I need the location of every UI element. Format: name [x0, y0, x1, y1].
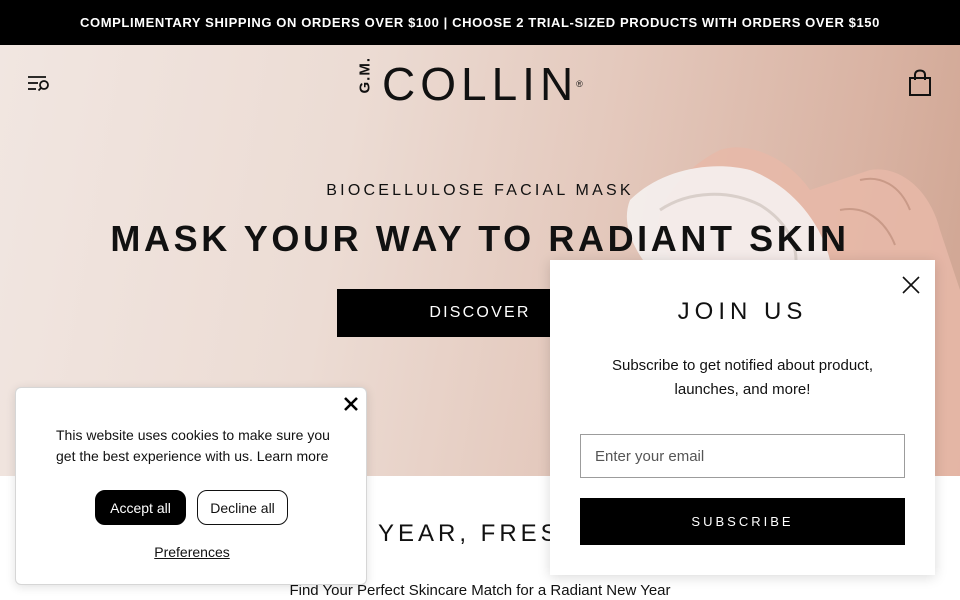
- announcement-text: COMPLIMENTARY SHIPPING ON ORDERS OVER $1…: [80, 15, 880, 30]
- preferences-link[interactable]: Preferences: [16, 544, 368, 560]
- email-field[interactable]: [580, 434, 905, 478]
- newsletter-title: JOIN US: [677, 298, 808, 325]
- menu-search-icon[interactable]: [26, 71, 54, 95]
- logo-prefix: G.M.: [356, 56, 374, 94]
- newsletter-text: Subscribe to get notified about product,…: [611, 357, 873, 398]
- learn-more-link[interactable]: Learn more: [257, 448, 329, 464]
- announcement-bar: COMPLIMENTARY SHIPPING ON ORDERS OVER $1…: [0, 0, 960, 45]
- close-icon[interactable]: [900, 274, 922, 296]
- accept-all-button[interactable]: Accept all: [95, 490, 186, 525]
- cookie-banner: This website uses cookies to make sure y…: [15, 387, 367, 585]
- hero-eyebrow: BIOCELLULOSE FACIAL MASK: [326, 182, 634, 199]
- site-header: G.M. COLLIN ®: [0, 45, 960, 121]
- subscribe-button[interactable]: SUBSCRIBE: [580, 498, 905, 545]
- logo-wordmark: COLLIN: [382, 58, 579, 110]
- newsletter-popup: JOIN US Subscribe to get notified about …: [550, 260, 935, 575]
- decline-all-button[interactable]: Decline all: [197, 490, 288, 525]
- logo-registered-mark: ®: [576, 79, 583, 89]
- hero-title: MASK YOUR WAY TO RADIANT SKIN: [110, 218, 850, 259]
- shopping-bag-icon[interactable]: [908, 69, 932, 97]
- close-icon[interactable]: [341, 394, 361, 414]
- cookie-message: This website uses cookies to make sure y…: [56, 425, 351, 467]
- brand-logo[interactable]: G.M. COLLIN ®: [356, 56, 604, 110]
